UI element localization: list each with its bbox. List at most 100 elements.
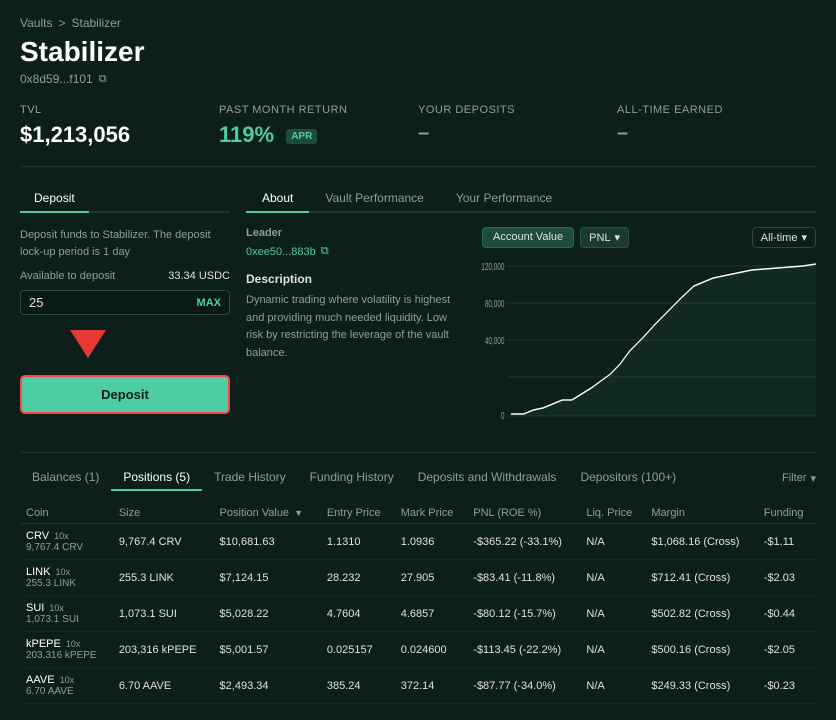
cell-liq-price: N/A bbox=[580, 632, 645, 668]
th-margin: Margin bbox=[645, 503, 757, 524]
deposit-tab[interactable]: Deposit bbox=[20, 185, 89, 213]
cell-margin: $500.16 (Cross) bbox=[645, 632, 757, 668]
tab-vault-performance[interactable]: Vault Performance bbox=[309, 185, 440, 213]
coin-name: SUI bbox=[26, 602, 44, 614]
table-body: CRV 10x 9,767.4 CRV 9,767.4 CRV $10,681.… bbox=[20, 524, 816, 704]
th-size: Size bbox=[113, 503, 214, 524]
right-panel: About Vault Performance Your Performance… bbox=[246, 185, 816, 436]
filter-button[interactable]: Filter ▾ bbox=[782, 472, 816, 485]
coin-name: AAVE bbox=[26, 674, 55, 686]
chart-svg: 120,000 80,000 40,000 0 bbox=[482, 256, 816, 436]
leverage-badge: 10x bbox=[56, 567, 71, 577]
cell-position-value: $2,493.34 bbox=[214, 668, 321, 704]
cell-funding: -$0.44 bbox=[758, 596, 816, 632]
cell-funding: -$0.23 bbox=[758, 668, 816, 704]
cell-entry-price: 1.1310 bbox=[321, 524, 395, 560]
table-row: CRV 10x 9,767.4 CRV 9,767.4 CRV $10,681.… bbox=[20, 524, 816, 560]
cell-pnl: -$113.45 (-22.2%) bbox=[467, 632, 580, 668]
down-arrow-icon bbox=[70, 330, 106, 358]
past-month-label: Past Month Return bbox=[219, 104, 398, 116]
cell-mark-price: 27.905 bbox=[395, 560, 468, 596]
pnl-toggle[interactable]: PNL ▾ bbox=[580, 227, 629, 248]
deposit-button[interactable]: Deposit bbox=[20, 375, 230, 414]
leader-address-text: 0xee50...883b bbox=[246, 246, 316, 258]
metric-your-deposits: Your Deposits – bbox=[418, 104, 617, 148]
apr-badge: APR bbox=[286, 129, 317, 144]
breadcrumb: Vaults > Stabilizer bbox=[20, 16, 816, 30]
cell-mark-price: 4.6857 bbox=[395, 596, 468, 632]
cell-pnl: -$83.41 (-11.8%) bbox=[467, 560, 580, 596]
cell-pnl: -$80.12 (-15.7%) bbox=[467, 596, 580, 632]
cell-coin: CRV 10x 9,767.4 CRV bbox=[20, 524, 113, 560]
th-mark-price: Mark Price bbox=[395, 503, 468, 524]
chart-controls: Account Value PNL ▾ All-time ▾ bbox=[482, 227, 816, 248]
description-label: Description bbox=[246, 272, 466, 286]
deposit-panel: Deposit Deposit funds to Stabilizer. The… bbox=[20, 185, 230, 436]
cell-position-value: $10,681.63 bbox=[214, 524, 321, 560]
about-content: Leader 0xee50...883b ⧉ Description Dynam… bbox=[246, 227, 816, 436]
cell-position-value: $5,028.22 bbox=[214, 596, 321, 632]
available-row: Available to deposit 33.34 USDC bbox=[20, 270, 230, 282]
contract-address: 0x8d59...f101 bbox=[20, 72, 93, 86]
coin-name: CRV bbox=[26, 530, 49, 542]
breadcrumb-separator: > bbox=[58, 16, 65, 30]
th-pnl: PNL (ROE %) bbox=[467, 503, 580, 524]
main-content: Deposit Deposit funds to Stabilizer. The… bbox=[20, 185, 816, 436]
cell-size: 6.70 AAVE bbox=[113, 668, 214, 704]
th-entry-price: Entry Price bbox=[321, 503, 395, 524]
time-select[interactable]: All-time ▾ bbox=[752, 227, 816, 248]
past-month-number: 119% bbox=[219, 122, 274, 147]
tab-depositors[interactable]: Depositors (100+) bbox=[568, 465, 688, 491]
chart-area: Account Value PNL ▾ All-time ▾ bbox=[482, 227, 816, 436]
copy-leader-icon[interactable]: ⧉ bbox=[321, 245, 329, 258]
cell-size: 9,767.4 CRV bbox=[113, 524, 214, 560]
tab-about[interactable]: About bbox=[246, 185, 309, 213]
coin-size: 203,316 kPEPE bbox=[26, 650, 107, 661]
filter-chevron-icon: ▾ bbox=[810, 472, 816, 485]
deposit-amount-input[interactable] bbox=[29, 295, 197, 310]
cell-liq-price: N/A bbox=[580, 524, 645, 560]
cell-position-value: $7,124.15 bbox=[214, 560, 321, 596]
available-label: Available to deposit bbox=[20, 270, 115, 282]
table-header: Coin Size Position Value ▼ Entry Price M… bbox=[20, 503, 816, 524]
chart-toggle-account-value[interactable]: Account Value bbox=[482, 227, 574, 248]
table-row: LINK 10x 255.3 LINK 255.3 LINK $7,124.15… bbox=[20, 560, 816, 596]
bottom-section: Balances (1) Positions (5) Trade History… bbox=[20, 452, 816, 704]
tab-trade-history[interactable]: Trade History bbox=[202, 465, 298, 491]
cell-liq-price: N/A bbox=[580, 560, 645, 596]
cell-margin: $249.33 (Cross) bbox=[645, 668, 757, 704]
breadcrumb-parent[interactable]: Vaults bbox=[20, 16, 52, 30]
max-button[interactable]: MAX bbox=[197, 297, 221, 309]
cell-coin: LINK 10x 255.3 LINK bbox=[20, 560, 113, 596]
copy-address-icon[interactable]: ⧉ bbox=[99, 73, 107, 86]
tab-deposits-withdrawals[interactable]: Deposits and Withdrawals bbox=[406, 465, 569, 491]
leverage-badge: 10x bbox=[66, 639, 81, 649]
tvl-value: $1,213,056 bbox=[20, 122, 199, 148]
about-left: Leader 0xee50...883b ⧉ Description Dynam… bbox=[246, 227, 466, 436]
svg-text:40,000: 40,000 bbox=[485, 334, 505, 346]
table-row: SUI 10x 1,073.1 SUI 1,073.1 SUI $5,028.2… bbox=[20, 596, 816, 632]
table-row: AAVE 10x 6.70 AAVE 6.70 AAVE $2,493.34 3… bbox=[20, 668, 816, 704]
cell-funding: -$1.11 bbox=[758, 524, 816, 560]
cell-coin: kPEPE 10x 203,316 kPEPE bbox=[20, 632, 113, 668]
available-value: 33.34 USDC bbox=[168, 270, 230, 282]
filter-label: Filter bbox=[782, 472, 806, 484]
metric-alltime-earned: All-time Earned – bbox=[617, 104, 816, 148]
tab-positions[interactable]: Positions (5) bbox=[111, 465, 202, 491]
your-deposits-label: Your Deposits bbox=[418, 104, 597, 116]
coin-size: 1,073.1 SUI bbox=[26, 614, 107, 625]
cell-pnl: -$87.77 (-34.0%) bbox=[467, 668, 580, 704]
cell-margin: $712.41 (Cross) bbox=[645, 560, 757, 596]
tab-your-performance[interactable]: Your Performance bbox=[440, 185, 568, 213]
table-row: kPEPE 10x 203,316 kPEPE 203,316 kPEPE $5… bbox=[20, 632, 816, 668]
tab-funding-history[interactable]: Funding History bbox=[298, 465, 406, 491]
th-position-value[interactable]: Position Value ▼ bbox=[214, 503, 321, 524]
leader-address: 0xee50...883b ⧉ bbox=[246, 245, 466, 258]
cell-pnl: -$365.22 (-33.1%) bbox=[467, 524, 580, 560]
cell-margin: $1,068.16 (Cross) bbox=[645, 524, 757, 560]
metric-past-month: Past Month Return 119% APR bbox=[219, 104, 418, 148]
cell-mark-price: 0.024600 bbox=[395, 632, 468, 668]
tab-balances[interactable]: Balances (1) bbox=[20, 465, 111, 491]
description-text: Dynamic trading where volatility is high… bbox=[246, 292, 466, 362]
breadcrumb-current: Stabilizer bbox=[71, 16, 120, 30]
